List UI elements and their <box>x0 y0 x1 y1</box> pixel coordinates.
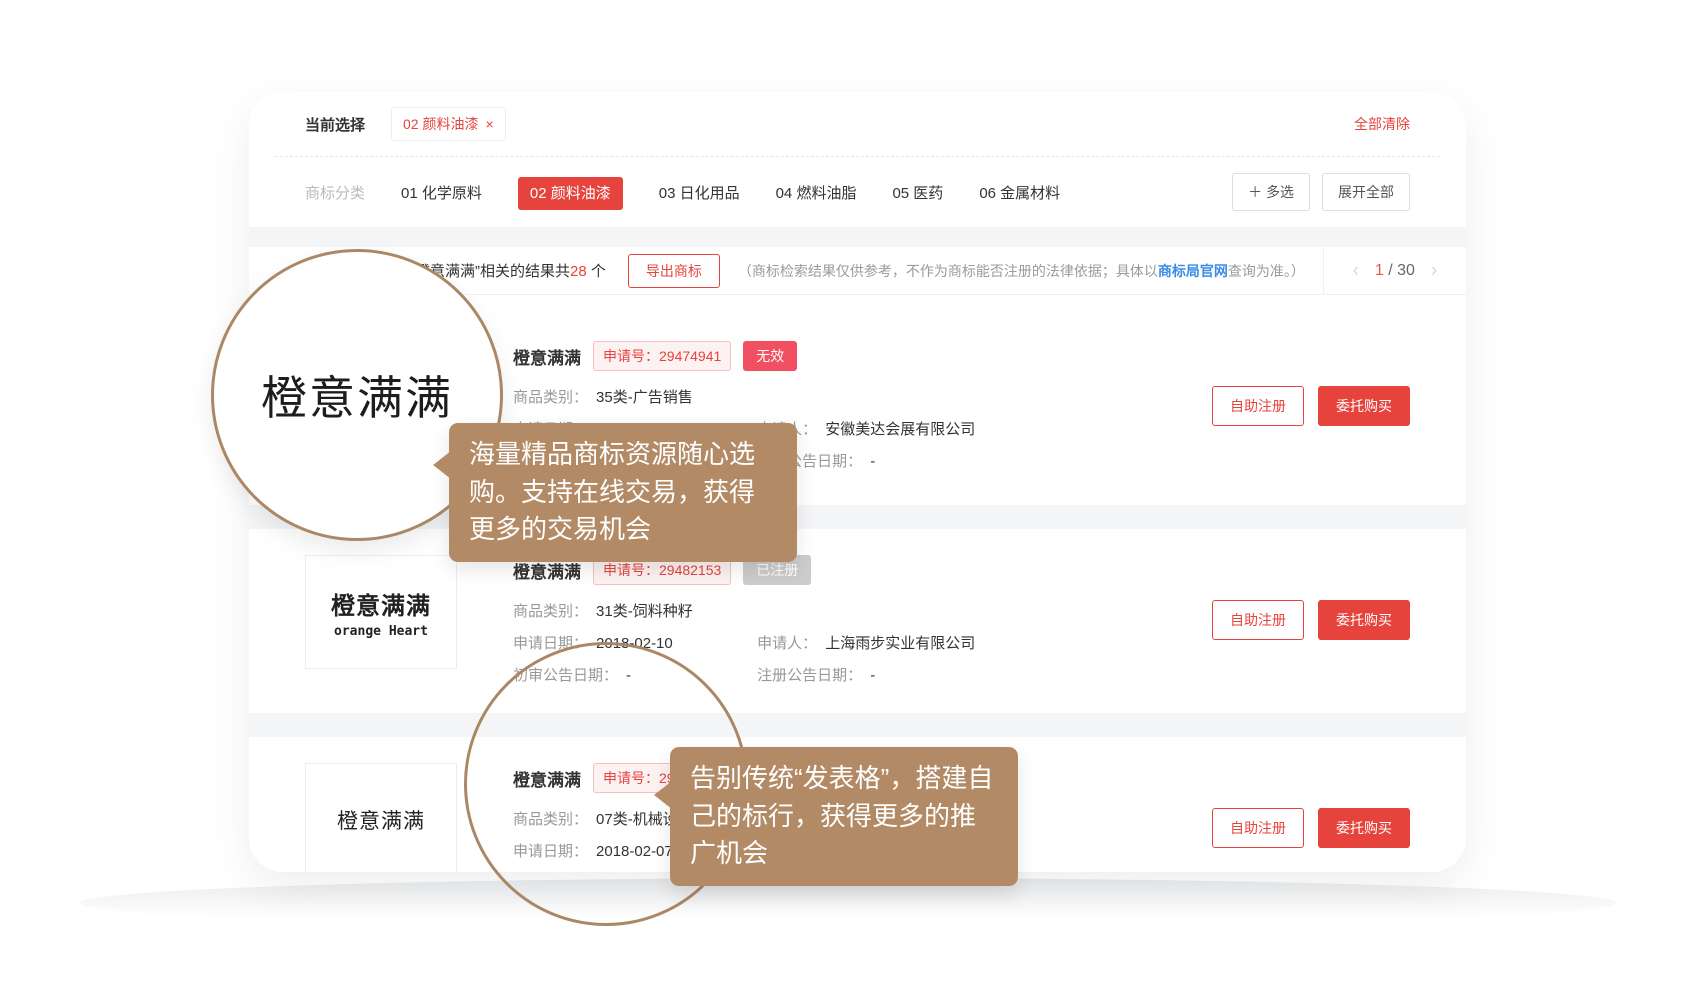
category-tab-4[interactable]: 04 燃料油脂 <box>776 185 857 202</box>
applicant-value: 安徽美达会展有限公司 <box>825 421 975 438</box>
category-field-label: 商品类别： <box>513 389 588 406</box>
application-number-label: 申请号： <box>603 770 659 786</box>
self-register-button[interactable]: 自助注册 <box>1212 386 1304 426</box>
trademark-image[interactable]: 橙意满满 <box>305 763 457 872</box>
application-number-label: 申请号： <box>603 348 659 364</box>
self-register-button[interactable]: 自助注册 <box>1212 600 1304 640</box>
trademark-image-text: 橙意满满 <box>337 805 425 835</box>
row-actions: 自助注册 委托购买 <box>1212 386 1410 426</box>
category-field-label: 商品类别： <box>513 603 588 620</box>
disclaimer-text: （商标检索结果仅供参考，不作为商标能否注册的法律依据；具体以商标局官网查询为准。… <box>738 261 1305 281</box>
category-tab-3[interactable]: 03 日化用品 <box>659 185 740 202</box>
row-actions: 自助注册 委托购买 <box>1212 808 1410 848</box>
trademark-image[interactable]: 橙意满满 orange Heart <box>305 555 457 669</box>
category-tab-1[interactable]: 01 化学原料 <box>401 185 482 202</box>
selected-filter-tag[interactable]: 02 颜料油漆 × <box>391 107 506 141</box>
apply-date-label: 申请日期： <box>513 843 588 860</box>
trademark-image-subtext: orange Heart <box>334 624 428 639</box>
category-tabs-bar: 商标分类 01 化学原料 02 颜料油漆 03 日化用品 04 燃料油脂 05 医药 06… <box>249 157 1466 227</box>
result-row: 橙意满满 orange Heart 橙意满满 申请号：29482153 已注册 … <box>249 529 1466 713</box>
trademark-name[interactable]: 橙意满满 <box>513 766 581 791</box>
trademark-name[interactable]: 橙意满满 <box>513 344 581 369</box>
page-separator: / <box>1388 262 1392 279</box>
disclaimer-pre: （商标检索结果仅供参考，不作为商标能否注册的法律依据；具体以 <box>738 263 1158 279</box>
entrust-buy-button[interactable]: 委托购买 <box>1318 600 1410 640</box>
category-tab-5[interactable]: 05 医药 <box>892 185 943 202</box>
category-tab-2[interactable]: 02 颜料油漆 <box>518 177 623 210</box>
prev-page-icon[interactable]: ‹ <box>1353 260 1359 282</box>
application-number-pill: 申请号：29474941 <box>593 341 731 371</box>
apply-date-value: 2018-02-07 <box>596 843 673 860</box>
first-publication-label: 初审公告日期： <box>513 667 618 684</box>
current-page: 1 <box>1375 262 1384 279</box>
entrust-buy-button[interactable]: 委托购买 <box>1318 808 1410 848</box>
expand-all-button[interactable]: 展开全部 <box>1322 173 1410 211</box>
page: 当前选择 02 颜料油漆 × 全部清除 商标分类 01 化学原料02 颜料油漆0… <box>0 0 1696 1002</box>
disclaimer-post: 查询为准。） <box>1228 263 1305 279</box>
filter-tag-label: 02 颜料油漆 <box>403 114 478 134</box>
category-tab-6[interactable]: 06 金属材料 <box>979 185 1060 202</box>
tooltip-text: 告别传统“发表格”，搭建自己的标行，获得更多的推广机会 <box>690 763 993 868</box>
current-selection-label: 当前选择 <box>305 114 365 135</box>
page-indicator: 1 / 30 <box>1375 262 1415 280</box>
magnified-trademark-text: 橙意满满 <box>261 362 453 428</box>
tooltip-bubble-promo: 告别传统“发表格”，搭建自己的标行，获得更多的推广机会 <box>670 747 1018 886</box>
applicant-value: 上海雨步实业有限公司 <box>825 635 975 652</box>
tooltip-text: 海量精品商标资源随心选购。支持在线交易，获得更多的交易机会 <box>469 439 755 544</box>
total-pages: 30 <box>1397 262 1415 279</box>
tooltip-bubble-trade: 海量精品商标资源随心选购。支持在线交易，获得更多的交易机会 <box>449 423 797 562</box>
application-number-value: 29474941 <box>659 348 721 364</box>
first-publication-value: - <box>626 667 631 684</box>
tooltip-arrow <box>433 451 451 479</box>
current-selection-bar: 当前选择 02 颜料油漆 × 全部清除 <box>249 92 1466 156</box>
status-badge: 无效 <box>743 341 797 371</box>
apply-date-value: 2018-02-10 <box>596 635 673 652</box>
row-actions: 自助注册 委托购买 <box>1212 600 1410 640</box>
multi-select-button[interactable]: ＋ 多选 <box>1232 173 1310 211</box>
export-trademarks-button[interactable]: 导出商标 <box>628 254 720 288</box>
clear-all-button[interactable]: 全部清除 <box>1354 114 1410 134</box>
trademark-info: 橙意满满 申请号：29482153 已注册 商品类别：31类-饲料种籽 申请日期… <box>513 555 975 685</box>
registration-publication-value: - <box>870 453 875 470</box>
apply-date-label: 申请日期： <box>513 635 588 652</box>
section-gap <box>249 227 1466 247</box>
category-value: 31类-饲料种籽 <box>596 603 693 620</box>
tooltip-arrow <box>654 781 672 809</box>
results-count: 28 <box>570 263 587 280</box>
category-tabs: 01 化学原料02 颜料油漆03 日化用品04 燃料油脂05 医药06 金属材料 <box>401 182 1096 203</box>
category-label: 商标分类 <box>305 182 365 203</box>
entrust-buy-button[interactable]: 委托购买 <box>1318 386 1410 426</box>
pagination: ‹ 1 / 30 › <box>1323 247 1466 294</box>
summary-suffix: 个 <box>587 263 606 280</box>
close-icon[interactable]: × <box>485 116 493 132</box>
filter-actions: ＋ 多选 展开全部 <box>1232 173 1410 211</box>
row-gap <box>249 713 1466 737</box>
application-number-label: 申请号： <box>603 562 659 578</box>
self-register-button[interactable]: 自助注册 <box>1212 808 1304 848</box>
next-page-icon[interactable]: › <box>1431 260 1437 282</box>
category-field-label: 商品类别： <box>513 811 588 828</box>
application-number-value: 29482153 <box>659 562 721 578</box>
registration-publication-label: 注册公告日期： <box>757 667 862 684</box>
registration-publication-value: - <box>870 667 875 684</box>
trademark-image-text: 橙意满满 <box>331 586 431 621</box>
trademark-office-link[interactable]: 商标局官网 <box>1158 263 1228 279</box>
category-value: 35类-广告销售 <box>596 389 693 406</box>
applicant-label: 申请人： <box>757 635 817 652</box>
